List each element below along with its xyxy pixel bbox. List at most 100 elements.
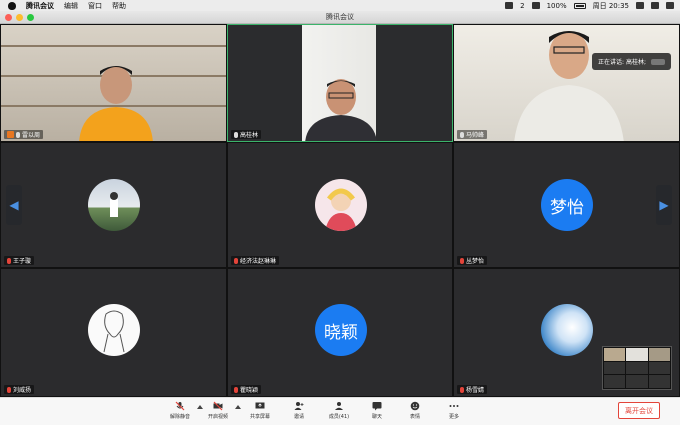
mac-menubar: 腾讯会议 编辑 窗口 帮助 2 100% 周日 20:35 <box>0 0 680 11</box>
share-screen-label: 共享屏幕 <box>249 414 270 420</box>
mic-muted-icon <box>175 401 185 411</box>
mic-muted-icon <box>460 257 464 264</box>
invite-label: 邀请 <box>293 414 304 420</box>
speaking-indicator: 正在讲话: 高桂林; <box>592 53 671 70</box>
thumb-cell <box>626 361 648 375</box>
menu-window[interactable]: 窗口 <box>88 1 102 11</box>
thumb-cell <box>648 375 670 388</box>
chat-icon <box>372 402 382 411</box>
mic-muted-icon <box>234 386 238 393</box>
more-icon <box>449 405 459 407</box>
close-button[interactable] <box>5 14 12 21</box>
thumb-cell <box>648 348 670 361</box>
video-tile-speaking[interactable]: 高桂林 <box>227 24 453 142</box>
bluetooth-icon[interactable] <box>505 2 514 9</box>
start-video-button[interactable]: 开启视频 <box>200 401 236 420</box>
video-grid: 雷以周 高桂林 正在讲话: 高桂林; 马帅峰 王子璇 经济法赵琳琳 梦怡 丛梦怡… <box>0 24 680 397</box>
invite-icon <box>294 402 304 410</box>
video-tile[interactable]: 晓颖 瞿晓颖 <box>227 268 453 397</box>
participant-name: 马帅峰 <box>466 132 485 139</box>
participant-name: 雷以周 <box>22 132 41 139</box>
participant-avatar <box>88 304 140 356</box>
battery-percent: 100% <box>546 1 567 10</box>
wifi-icon[interactable] <box>531 2 540 9</box>
mic-muted-icon <box>7 257 11 264</box>
menubar-status: 2 100% 周日 20:35 <box>505 1 674 11</box>
mic-muted-icon <box>234 257 238 264</box>
participant-name: 瞿晓颖 <box>240 387 259 394</box>
chevron-left-icon: ◀ <box>9 198 19 212</box>
participant-nametag: 王子璇 <box>4 256 35 265</box>
share-screen-button[interactable]: 共享屏幕 <box>242 401 278 420</box>
video-options-caret[interactable] <box>235 405 241 409</box>
participant-avatar-text: 晓颖 <box>315 304 367 356</box>
meeting-toolbar: 解除静音 开启视频 共享屏幕 邀请 成员(41) 聊天 表情 更多 <box>0 397 680 425</box>
menu-edit[interactable]: 编辑 <box>64 1 78 11</box>
participant-video <box>514 31 624 141</box>
members-icon <box>335 402 343 410</box>
menu-app[interactable]: 腾讯会议 <box>26 1 54 11</box>
participant-nametag: 瞿晓颖 <box>231 385 262 394</box>
thumb-cell <box>604 361 626 375</box>
participant-name: 杨雪婧 <box>466 387 485 394</box>
participant-video <box>305 79 377 141</box>
chat-button[interactable]: 聊天 <box>359 401 395 420</box>
mic-icon <box>460 131 464 138</box>
share-screen-icon <box>255 402 265 409</box>
clock[interactable]: 周日 20:35 <box>593 1 629 11</box>
menu-help[interactable]: 帮助 <box>112 1 126 11</box>
next-page-button[interactable]: ▶ <box>656 185 672 225</box>
search-icon[interactable] <box>636 2 644 9</box>
participant-nametag: 杨雪婧 <box>457 385 488 394</box>
siri-icon[interactable] <box>651 2 659 9</box>
participant-avatar <box>315 179 367 231</box>
participant-name: 刘威扬 <box>13 387 32 394</box>
apple-icon[interactable] <box>8 1 16 10</box>
leave-meeting-button[interactable]: 离开会议 <box>618 402 660 419</box>
video-tile[interactable]: 雷以周 <box>0 24 227 142</box>
host-icon <box>7 131 14 138</box>
minimize-button[interactable] <box>16 14 23 21</box>
video-tile[interactable]: 梦怡 丛梦怡 <box>453 142 680 268</box>
traffic-lights <box>5 14 34 21</box>
video-tile[interactable]: 正在讲话: 高桂林; 马帅峰 <box>453 24 680 142</box>
start-video-label: 开启视频 <box>207 414 228 420</box>
maximize-button[interactable] <box>27 14 34 21</box>
unmute-label: 解除静音 <box>169 414 190 420</box>
members-label: 成员(41) <box>328 414 350 420</box>
participant-nametag: 雷以周 <box>4 130 44 139</box>
mic-muted-icon <box>7 386 11 393</box>
gallery-thumbnail[interactable] <box>602 346 672 390</box>
participant-name: 高桂林 <box>240 132 259 139</box>
notification-count[interactable]: 2 <box>520 2 524 10</box>
video-tile[interactable]: 刘威扬 <box>0 268 227 397</box>
battery-icon[interactable] <box>573 2 586 9</box>
mic-icon <box>234 131 238 138</box>
chat-label: 聊天 <box>371 414 382 420</box>
video-tile[interactable]: 王子璇 <box>0 142 227 268</box>
control-center-icon[interactable] <box>666 2 674 9</box>
participant-name: 经济法赵琳琳 <box>240 258 277 265</box>
speaking-wave-icon <box>651 58 665 65</box>
members-button[interactable]: 成员(41) <box>321 401 357 420</box>
video-tile[interactable]: 经济法赵琳琳 <box>227 142 453 268</box>
window-titlebar: 腾讯会议 <box>0 11 680 24</box>
participant-avatar-text: 梦怡 <box>541 179 593 231</box>
thumb-cell <box>604 375 626 388</box>
more-label: 更多 <box>448 414 459 420</box>
invite-button[interactable]: 邀请 <box>281 401 317 420</box>
prev-page-button[interactable]: ◀ <box>6 185 22 225</box>
speaking-text: 正在讲话: 高桂林; <box>598 59 646 66</box>
unmute-button[interactable]: 解除静音 <box>162 401 198 420</box>
mic-muted-icon <box>460 386 464 393</box>
reactions-label: 表情 <box>409 414 420 420</box>
reactions-button[interactable]: 表情 <box>397 401 433 420</box>
participant-avatar <box>88 179 140 231</box>
thumb-cell <box>604 348 626 361</box>
emoji-icon <box>410 401 420 411</box>
more-button[interactable]: 更多 <box>436 401 472 420</box>
participant-avatar <box>541 304 593 356</box>
participant-name: 王子璇 <box>13 258 32 265</box>
participant-nametag: 高桂林 <box>231 130 262 139</box>
participant-video <box>79 66 153 141</box>
